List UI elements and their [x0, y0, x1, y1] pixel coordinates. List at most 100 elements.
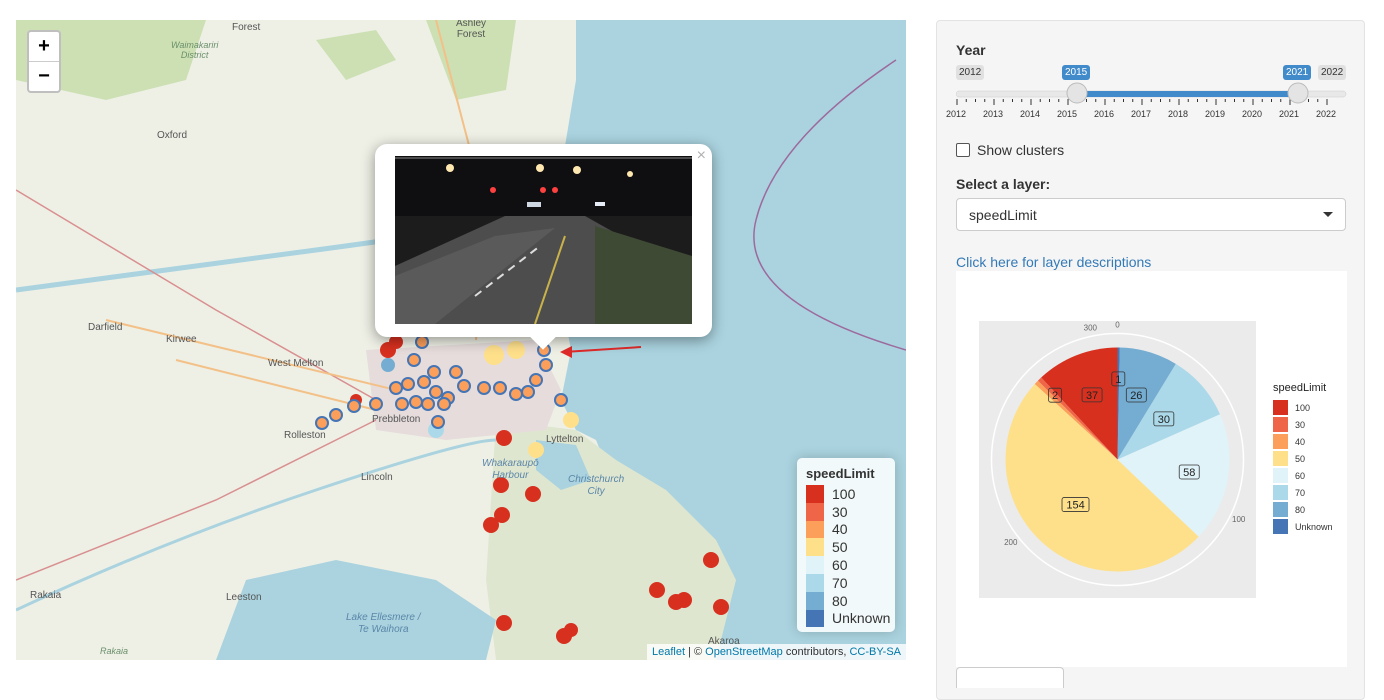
place-label: West Melton [268, 358, 324, 369]
legend-swatch [806, 573, 824, 592]
pie-legend-label: 50 [1295, 454, 1305, 464]
osm-link[interactable]: OpenStreetMap [705, 646, 783, 658]
legend-label: 50 [832, 539, 848, 556]
pie-legend-label: 60 [1295, 471, 1305, 481]
year-from-handle[interactable] [1066, 82, 1088, 104]
pie-legend-label: Unknown [1295, 522, 1333, 532]
place-label: Rolleston [284, 430, 326, 441]
year-tick-label: 2019 [1205, 109, 1226, 119]
license-link[interactable]: CC-BY-SA [849, 646, 901, 658]
year-to-badge: 2021 [1283, 65, 1312, 80]
place-label: Lincoln [361, 472, 393, 483]
year-to-handle[interactable] [1287, 82, 1309, 104]
map-legend-item: 50 [806, 538, 895, 557]
legend-swatch [806, 502, 824, 521]
layer-select-value: speedLimit [969, 206, 1037, 223]
pie-legend-swatch [1273, 434, 1288, 449]
data-label: 154 [1066, 500, 1084, 512]
camera-popup: × [375, 144, 712, 350]
data-label: 2 [1052, 390, 1058, 402]
pie-legend-label: 100 [1295, 403, 1310, 413]
year-tick-label: 2018 [1168, 109, 1189, 119]
zoom-in-button[interactable]: + [29, 32, 59, 62]
legend-label: 100 [832, 485, 856, 502]
map-legend-item: 100 [806, 485, 895, 503]
map-legend-item: 40 [806, 520, 895, 539]
place-label: Forest [232, 22, 261, 33]
year-tick-label: 2012 [946, 109, 967, 119]
legend-label: 70 [832, 574, 848, 591]
place-label: Darfield [88, 322, 123, 333]
legend-swatch [806, 591, 824, 610]
place-label: Kirwee [166, 334, 197, 345]
place-label: Prebbleton [372, 414, 421, 425]
place-label: Lake Ellesmere / Te Waihora [346, 612, 421, 635]
radial-tick-label: 100 [1232, 515, 1246, 524]
year-tick-labels: 2012 2013 2014 2015 2016 2017 2018 2019 2020 2021… [946, 109, 1348, 123]
pie-legend-label: 70 [1295, 488, 1305, 498]
legend-swatch [806, 538, 824, 557]
radial-tick-label: 200 [1004, 538, 1018, 547]
download-button[interactable] [956, 667, 1064, 688]
pie-legend-swatch [1273, 417, 1288, 432]
pie-legend-label: 80 [1295, 505, 1305, 515]
data-label: 30 [1158, 414, 1170, 426]
year-tick-label: 2014 [1020, 109, 1041, 119]
year-label: Year [956, 42, 986, 58]
year-min-badge: 2012 [956, 65, 985, 80]
year-max-badge: 2022 [1318, 65, 1347, 80]
zoom-out-button[interactable]: − [29, 62, 59, 91]
year-tick-label: 2022 [1316, 109, 1337, 119]
legend-swatch [806, 485, 824, 503]
pie-legend-swatch [1273, 400, 1288, 415]
layer-select[interactable]: speedLimit [956, 198, 1346, 231]
leaflet-link[interactable]: Leaflet [652, 646, 685, 658]
layer-descriptions-link[interactable]: Click here for layer descriptions [956, 254, 1151, 270]
year-tick-label: 2015 [1057, 109, 1078, 119]
data-label: 1 [1115, 374, 1121, 386]
legend-label: Unknown [832, 610, 891, 627]
sidebar-panel: Year 2012 2022 2015 2021 2012 2013 2014 201… [936, 20, 1365, 700]
map-legend-item: 70 [806, 573, 895, 592]
pie-chart-box: 0 100 200 300 37 2 154 58 30 26 1 speedLimit 100 30 40… [956, 271, 1347, 667]
map-attribution: Leaflet | © OpenStreetMap contributors, … [646, 644, 906, 660]
checkbox-box[interactable] [956, 143, 970, 157]
pie-legend-swatch [1273, 468, 1288, 483]
radial-tick-label: 0 [1115, 321, 1120, 330]
data-label: 26 [1130, 390, 1142, 402]
legend-label: 30 [832, 503, 848, 520]
map-legend-item: 80 [806, 591, 895, 610]
place-label: Lyttelton [546, 434, 584, 445]
map-legend: speedLimit 100 30 40 50 60 70 80 Unknown [797, 458, 895, 632]
map-view[interactable]: Forest Ashley Forest Waimakariri Distric… [16, 20, 906, 660]
pie-legend-swatch [1273, 451, 1288, 466]
place-label: Christchurch City [568, 474, 625, 497]
pie-legend-swatch [1273, 519, 1288, 534]
year-tick-label: 2016 [1094, 109, 1115, 119]
data-label: 58 [1183, 467, 1195, 479]
map-tiles [16, 20, 906, 660]
layer-label: Select a layer: [956, 176, 1051, 192]
pie-legend-label: 30 [1295, 420, 1305, 430]
map-legend-item: 60 [806, 556, 895, 574]
place-label: Rakaia [30, 590, 62, 601]
year-from-badge: 2015 [1062, 65, 1091, 80]
show-clusters-checkbox[interactable]: Show clusters [956, 142, 1064, 158]
legend-swatch [806, 520, 824, 539]
map-legend-item: Unknown [806, 609, 895, 628]
year-tick-label: 2013 [983, 109, 1004, 119]
place-label: Ashley Forest [456, 20, 487, 40]
pie-legend-swatch [1273, 502, 1288, 517]
attribution-contrib: contributors, [782, 646, 850, 658]
place-label: Waimakariri District [171, 40, 219, 60]
show-clusters-label: Show clusters [977, 142, 1065, 158]
legend-label: 60 [832, 557, 848, 574]
pie-chart: 0 100 200 300 37 2 154 58 30 26 1 speedLimit 100 30 40… [979, 321, 1333, 598]
place-label: Rakaia [100, 646, 129, 656]
attribution-sep: | © [685, 646, 706, 658]
map-legend-title: speedLimit [806, 466, 875, 481]
year-tick-label: 2021 [1279, 109, 1300, 119]
popup-close-button[interactable]: × [697, 147, 706, 165]
radial-tick-label: 300 [1084, 323, 1098, 332]
pie-legend-label: 40 [1295, 437, 1305, 447]
